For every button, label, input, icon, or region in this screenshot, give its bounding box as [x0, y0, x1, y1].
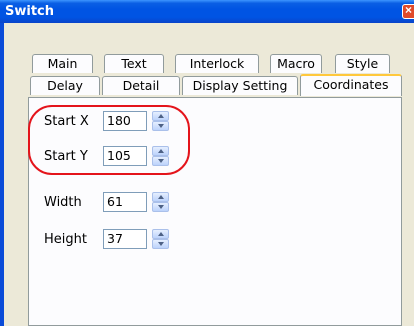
tab-display-setting[interactable]: Display Setting	[182, 76, 298, 95]
spin-down-button[interactable]	[152, 202, 169, 212]
height-spinner[interactable]	[152, 229, 169, 249]
dialog-title: Switch	[5, 4, 55, 19]
tab-macro[interactable]: Macro	[270, 54, 322, 73]
width-label: Width	[44, 195, 82, 210]
spin-up-button[interactable]	[152, 192, 169, 202]
tab-style[interactable]: Style	[335, 54, 390, 73]
height-field[interactable]: 37	[103, 229, 147, 249]
spin-up-button[interactable]	[152, 229, 169, 239]
tab-main[interactable]: Main	[32, 54, 93, 73]
close-icon: ×	[405, 3, 413, 17]
tab-detail[interactable]: Detail	[102, 76, 180, 95]
tab-coordinates[interactable]: Coordinates	[300, 74, 402, 96]
arrow-up-icon	[158, 232, 164, 236]
spin-down-button[interactable]	[152, 239, 169, 249]
tab-delay[interactable]: Delay	[30, 76, 100, 95]
width-field[interactable]: 61	[103, 192, 147, 212]
tab-text[interactable]: Text	[104, 54, 164, 73]
arrow-down-icon	[158, 242, 164, 246]
width-spinner[interactable]	[152, 192, 169, 212]
arrow-down-icon	[158, 205, 164, 209]
tab-interlock[interactable]: Interlock	[175, 54, 259, 73]
annotation-ellipse	[28, 105, 190, 175]
height-label: Height	[44, 232, 87, 247]
close-button[interactable]: ×	[402, 3, 414, 19]
title-bar: Switch ×	[0, 0, 414, 23]
window-frame	[0, 23, 4, 326]
switch-dialog: Switch × Main Text Interlock Macro Style…	[0, 0, 414, 326]
arrow-up-icon	[158, 195, 164, 199]
